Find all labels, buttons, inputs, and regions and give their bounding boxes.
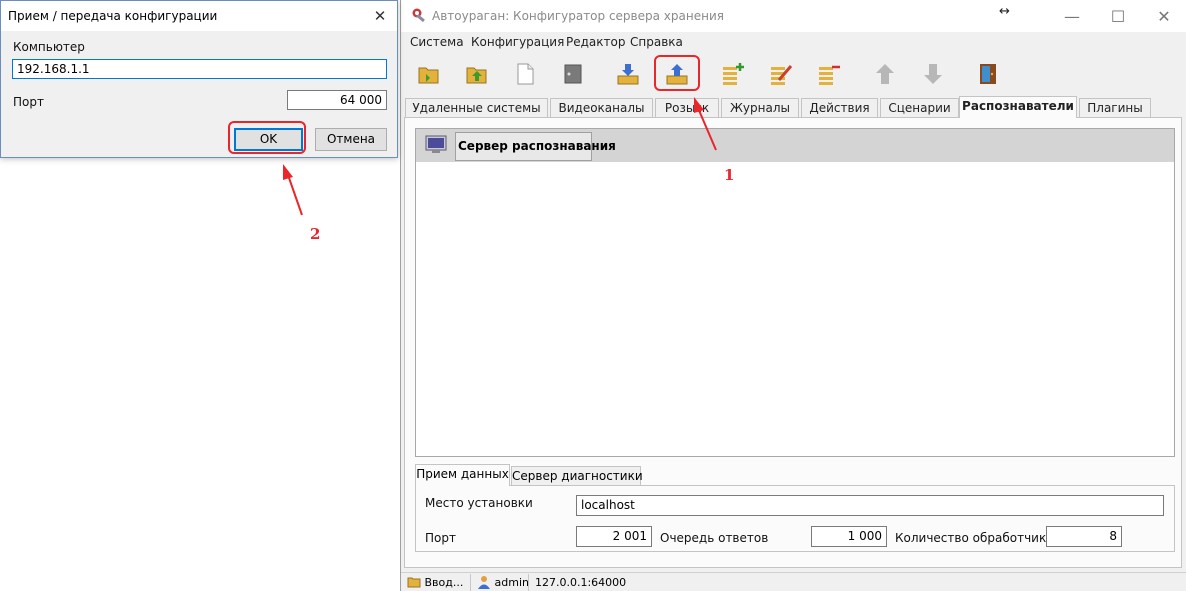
tab-data-reception[interactable]: Прием данных <box>415 464 510 486</box>
tab-recognizers[interactable]: Распознаватели <box>959 96 1077 118</box>
annotation-number-1: 1 <box>724 166 735 184</box>
annotation-arrow-2 <box>283 164 303 216</box>
annotation-arrow-1 <box>694 97 717 151</box>
annotation-arrows <box>283 97 717 216</box>
annotation-number-2: 2 <box>310 225 321 243</box>
